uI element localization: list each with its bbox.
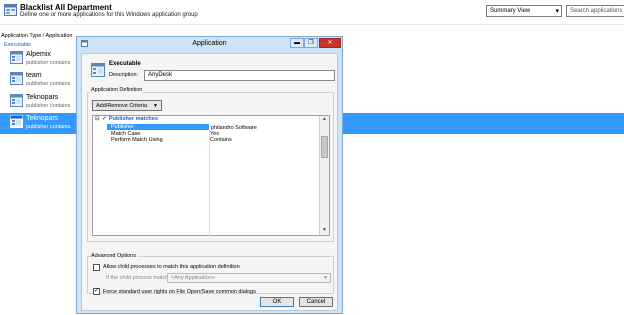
executable-label: Executable	[109, 61, 141, 67]
allow-child-label[interactable]: Allow child processes to match this appl…	[103, 264, 240, 270]
grid-scrollbar[interactable]: ▲ ▼	[319, 116, 329, 235]
force-rights-checkbox[interactable]: ✓	[93, 288, 100, 295]
page-subtitle: Define one or more applications for this…	[20, 12, 198, 18]
child-match-label: If the child process matches	[106, 275, 175, 281]
cancel-button[interactable]: Cancel	[299, 297, 333, 307]
group-label-executable: Executable	[4, 42, 32, 48]
criteria-button-label: Add/Remove Criteria	[96, 103, 148, 109]
grid-row-match-using[interactable]: Perform Match Using Contains	[107, 137, 319, 143]
application-group-icon	[4, 4, 17, 16]
app-name: Teknopars	[26, 94, 59, 101]
grid-row-publisher[interactable]: Publisher philandro Software	[107, 123, 319, 131]
view-select[interactable]: Summary View ▾	[486, 5, 562, 17]
criteria-grid: ⊟ ✓ Publisher matches Publisher philandr…	[92, 115, 330, 236]
minimize-button[interactable]: ▬	[290, 38, 304, 48]
minimize-icon: ▬	[294, 40, 300, 46]
executable-icon	[10, 72, 23, 85]
app-name: Alpemix	[26, 51, 51, 58]
dialog-body: Executable Description: AnyDesk Applicat…	[81, 53, 338, 311]
description-input[interactable]: AnyDesk	[144, 70, 335, 81]
app-description: publisher contains	[26, 124, 71, 130]
restore-icon: ❐	[308, 40, 314, 46]
grid-group-title: Publisher matches	[109, 116, 158, 122]
executable-icon	[10, 94, 23, 107]
page-header: Blacklist All Department Define one or m…	[0, 0, 624, 30]
app-description: publisher contains	[26, 81, 71, 87]
executable-icon	[91, 63, 105, 77]
chevron-down-icon: ▼	[153, 103, 158, 109]
collapse-icon[interactable]: ⊟	[95, 116, 100, 122]
advanced-options-label: Advanced Options	[90, 253, 137, 259]
app-name: Teknopars	[26, 115, 59, 122]
application-dialog: Application ▬ ❐ ✕ Executable Description…	[76, 36, 343, 314]
app-description: publisher contains	[26, 103, 71, 109]
scroll-down-icon[interactable]: ▼	[320, 227, 329, 235]
header-divider	[0, 24, 624, 25]
allow-child-checkbox[interactable]	[93, 264, 100, 271]
publisher-value-input[interactable]: philandro Software	[209, 123, 319, 131]
checkmark-icon: ✓	[94, 288, 100, 294]
executable-icon	[10, 115, 23, 128]
search-input[interactable]: Search applications	[566, 5, 624, 17]
scroll-thumb[interactable]	[321, 136, 328, 158]
chevron-down-icon: ▼	[323, 275, 328, 281]
page-title: Blacklist All Department	[20, 3, 112, 12]
close-button[interactable]: ✕	[319, 38, 341, 48]
grid-row-key: Publisher	[111, 124, 134, 130]
ok-button[interactable]: OK	[260, 297, 294, 307]
add-remove-criteria-button[interactable]: Add/Remove Criteria ▼	[92, 100, 162, 111]
grid-row-value[interactable]: Contains	[210, 137, 232, 143]
grid-row-key: Perform Match Using	[111, 137, 163, 143]
force-rights-label[interactable]: Force standard user rights on File Open/…	[103, 289, 256, 295]
app-name: team	[26, 72, 42, 79]
close-icon: ✕	[327, 40, 333, 46]
description-label: Description:	[109, 72, 139, 78]
dialog-titlebar[interactable]: Application ▬ ❐ ✕	[77, 37, 342, 51]
child-match-value: <Any Application>	[171, 275, 216, 281]
chevron-down-icon: ▾	[555, 8, 559, 15]
app-description: publisher contains	[26, 60, 71, 66]
application-definition-label: Application Definition	[90, 87, 144, 93]
grid-group-header[interactable]: ⊟ ✓ Publisher matches	[93, 116, 319, 123]
check-icon: ✓	[102, 116, 108, 122]
column-header[interactable]: Application Type / Application	[1, 33, 72, 39]
scroll-up-icon[interactable]: ▲	[320, 116, 329, 124]
view-select-value: Summary View	[490, 8, 531, 14]
restore-button[interactable]: ❐	[304, 38, 318, 48]
child-match-select[interactable]: <Any Application> ▼	[167, 273, 331, 283]
executable-icon	[10, 51, 23, 64]
